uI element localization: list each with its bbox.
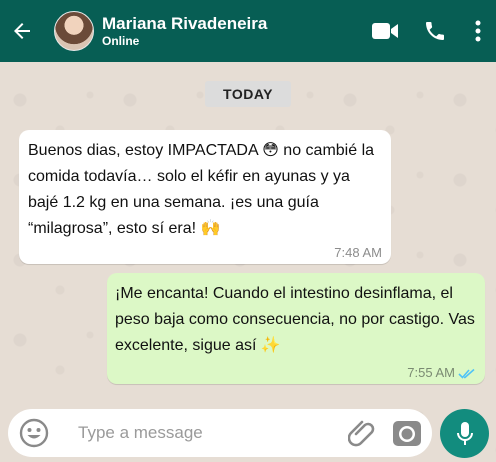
header-actions — [360, 0, 496, 62]
message-text: Buenos dias, estoy IMPACTADA 😳 no cambié… — [28, 142, 375, 237]
message-composer: Type a message — [8, 409, 432, 457]
avatar[interactable] — [54, 11, 94, 51]
message-bubble-incoming[interactable]: Buenos dias, estoy IMPACTADA 😳 no cambié… — [19, 130, 391, 264]
date-divider: TODAY — [205, 81, 291, 107]
contact-status: Online — [102, 33, 140, 48]
message-meta: 7:55 AM — [407, 365, 476, 381]
message-time: 7:55 AM — [407, 365, 455, 380]
more-options-button[interactable] — [460, 0, 496, 62]
emoji-button[interactable] — [8, 409, 60, 457]
more-options-icon — [475, 20, 481, 42]
phone-icon — [426, 22, 444, 40]
message-input[interactable]: Type a message — [78, 423, 344, 443]
video-call-icon — [372, 23, 398, 39]
emoji-icon — [19, 418, 49, 448]
attach-button[interactable] — [344, 409, 382, 457]
message-bubble-outgoing[interactable]: ¡Me encanta! Cuando el intestino desinfl… — [107, 273, 485, 384]
contact-info[interactable]: Mariana Rivadeneira Online — [102, 14, 267, 49]
microphone-icon — [456, 421, 473, 445]
chat-header: Mariana Rivadeneira Online — [0, 0, 496, 62]
contact-name: Mariana Rivadeneira — [102, 13, 268, 33]
message-text: ¡Me encanta! Cuando el intestino desinfl… — [115, 285, 475, 354]
back-button[interactable] — [0, 0, 44, 62]
video-call-button[interactable] — [360, 0, 410, 62]
phone-call-button[interactable] — [410, 0, 460, 62]
read-receipt-icon — [458, 368, 475, 379]
paperclip-icon — [348, 420, 375, 447]
camera-button[interactable] — [382, 409, 432, 457]
message-time: 7:48 AM — [334, 245, 382, 260]
back-arrow-icon — [14, 23, 30, 39]
message-meta: 7:48 AM — [334, 245, 382, 261]
camera-icon — [393, 421, 421, 446]
voice-record-button[interactable] — [440, 409, 489, 458]
